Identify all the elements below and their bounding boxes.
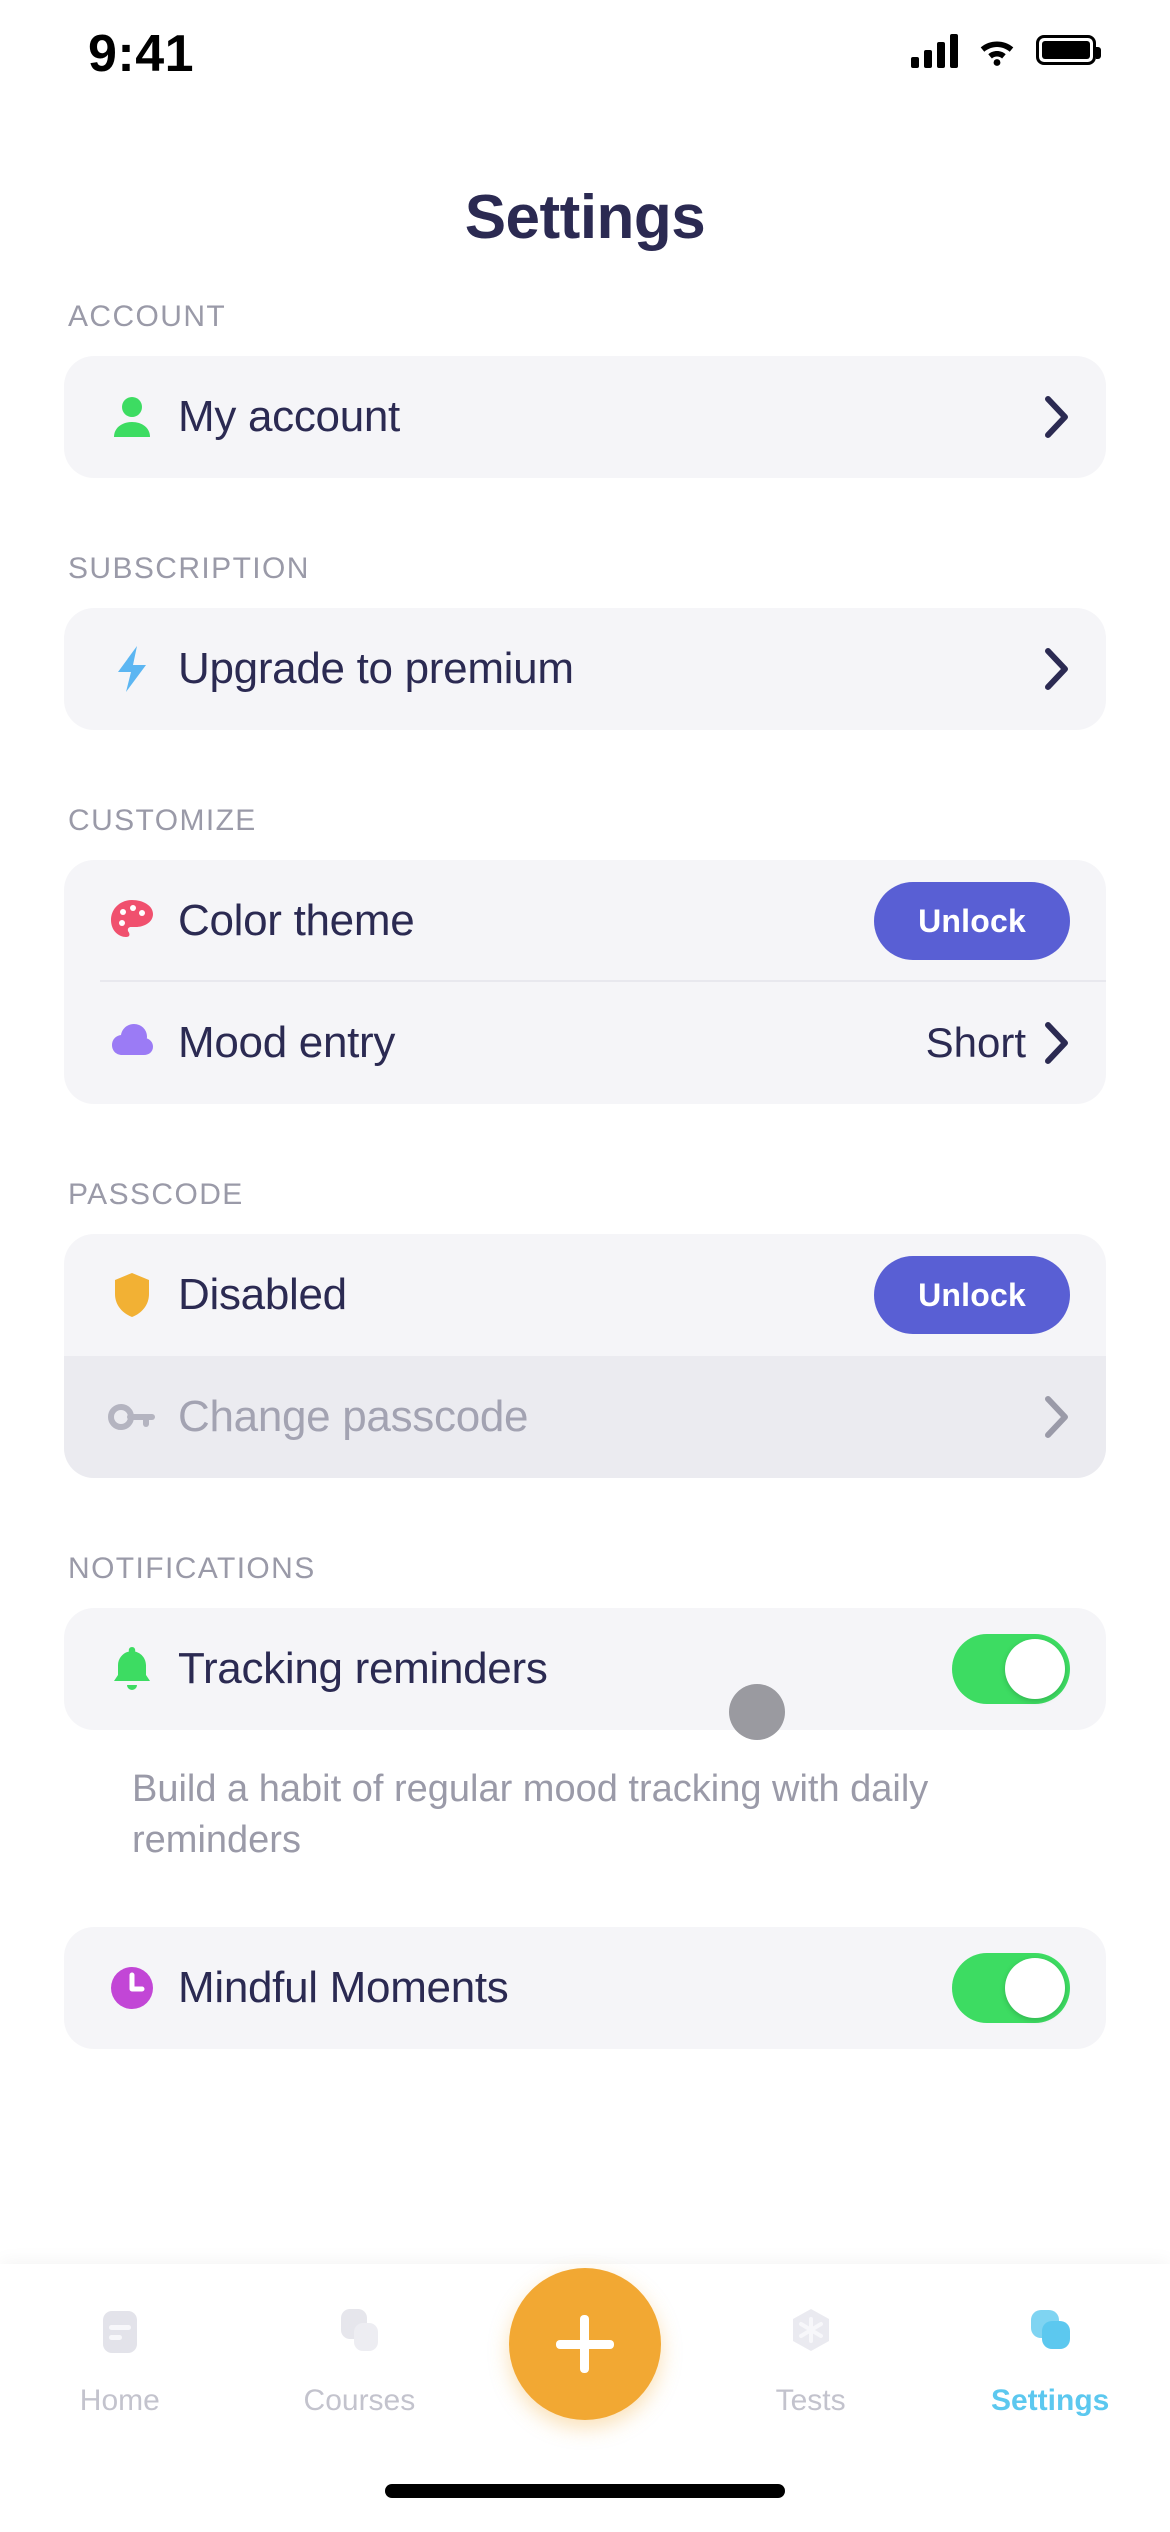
row-mood-entry[interactable]: Mood entry Short <box>64 982 1106 1104</box>
section-subscription: SUBSCRIPTION Upgrade to premium <box>0 552 1170 730</box>
chevron-right-icon <box>1044 1021 1070 1065</box>
section-label-account: ACCOUNT <box>68 300 227 333</box>
row-mindful-moments[interactable]: Mindful Moments <box>64 1927 1106 2049</box>
notifications-card: Tracking reminders <box>64 1608 1106 1730</box>
tab-label: Tests <box>775 2384 846 2417</box>
unlock-color-theme-button[interactable]: Unlock <box>874 882 1070 960</box>
status-indicators <box>911 32 1101 68</box>
row-label: Change passcode <box>178 1392 529 1441</box>
page-title: Settings <box>464 183 706 252</box>
section-customize: CUSTOMIZE Color theme Unlock Mood entry … <box>0 804 1170 1104</box>
palette-icon <box>100 895 164 947</box>
row-color-theme[interactable]: Color theme Unlock <box>64 860 1106 982</box>
home-indicator <box>385 2484 785 2498</box>
tab-courses[interactable]: Courses <box>269 2294 449 2418</box>
row-passcode-status[interactable]: Disabled Unlock <box>64 1234 1106 1356</box>
tab-home[interactable]: Home <box>30 2294 210 2418</box>
add-entry-wrapper <box>508 2268 661 2420</box>
courses-icon <box>328 2294 390 2370</box>
key-icon <box>100 1391 164 1443</box>
chevron-right-icon <box>1044 1395 1070 1439</box>
section-notifications: NOTIFICATIONS Tracking reminders Build a… <box>0 1552 1170 1867</box>
plus-icon[interactable] <box>508 2268 661 2420</box>
unlock-passcode-button[interactable]: Unlock <box>874 1256 1070 1334</box>
row-label: My account <box>178 392 400 441</box>
chevron-right-icon <box>1044 395 1070 439</box>
mindful-card: Mindful Moments <box>64 1926 1106 2049</box>
tab-label: Courses <box>303 2384 416 2417</box>
row-label: Color theme <box>178 896 415 945</box>
home-icon <box>89 2294 151 2370</box>
tab-settings[interactable]: Settings <box>960 2294 1140 2418</box>
passcode-card: Disabled Unlock Change passcode <box>64 1234 1106 1478</box>
lightning-bolt-icon <box>100 643 164 695</box>
wifi-icon <box>976 34 1018 66</box>
section-label-passcode: PASSCODE <box>68 1178 244 1211</box>
row-label: Upgrade to premium <box>178 644 574 693</box>
shield-icon <box>100 1269 164 1321</box>
tab-tests[interactable]: Tests <box>721 2294 901 2418</box>
mood-entry-value: Short <box>925 1019 1026 1066</box>
section-label-customize: CUSTOMIZE <box>68 804 257 837</box>
bottom-tab-bar: Home Courses Tests Settings <box>0 2264 1170 2532</box>
section-label-notifications: NOTIFICATIONS <box>68 1552 316 1585</box>
settings-list: ACCOUNT My account SUBSCRIPTION Upgrade … <box>0 300 1170 2049</box>
person-icon <box>100 391 164 443</box>
tracking-reminders-toggle[interactable] <box>952 1634 1070 1704</box>
section-passcode: PASSCODE Disabled Unlock Change passcode <box>0 1178 1170 1478</box>
clock-icon <box>100 1962 164 2014</box>
row-my-account[interactable]: My account <box>64 356 1106 478</box>
settings-screen: 9:41 Settings ACCOUNT My account SUBSCRI… <box>0 0 1170 2532</box>
tab-label: Home <box>79 2384 160 2417</box>
row-label: Mood entry <box>178 1018 396 1067</box>
chevron-right-icon <box>1044 647 1070 691</box>
row-label: Disabled <box>178 1270 347 1319</box>
bell-icon <box>100 1643 164 1695</box>
status-bar: 9:41 <box>0 0 1170 120</box>
cloud-icon <box>100 1017 164 1069</box>
tests-icon <box>780 2294 842 2370</box>
section-label-subscription: SUBSCRIPTION <box>68 552 310 585</box>
subscription-card: Upgrade to premium <box>64 608 1106 730</box>
row-tracking-reminders[interactable]: Tracking reminders <box>64 1608 1106 1730</box>
battery-full-icon <box>1036 35 1101 65</box>
section-mindful: Mindful Moments <box>0 1926 1170 2049</box>
row-label: Mindful Moments <box>178 1962 509 2012</box>
settings-icon <box>1019 2294 1081 2370</box>
row-label: Tracking reminders <box>178 1644 548 1693</box>
row-change-passcode[interactable]: Change passcode <box>64 1356 1106 1478</box>
account-card: My account <box>64 356 1106 478</box>
row-upgrade-premium[interactable]: Upgrade to premium <box>64 608 1106 730</box>
section-account: ACCOUNT My account <box>0 300 1170 478</box>
signal-bars-icon <box>911 32 958 68</box>
tracking-reminders-helper-text: Build a habit of regular mood tracking w… <box>132 1768 929 1862</box>
status-time: 9:41 <box>88 25 195 83</box>
tab-label: Settings <box>990 2384 1110 2417</box>
mindful-moments-toggle[interactable] <box>952 1952 1070 2023</box>
customize-card: Color theme Unlock Mood entry Short <box>64 860 1106 1104</box>
cursor-indicator <box>729 1684 785 1740</box>
